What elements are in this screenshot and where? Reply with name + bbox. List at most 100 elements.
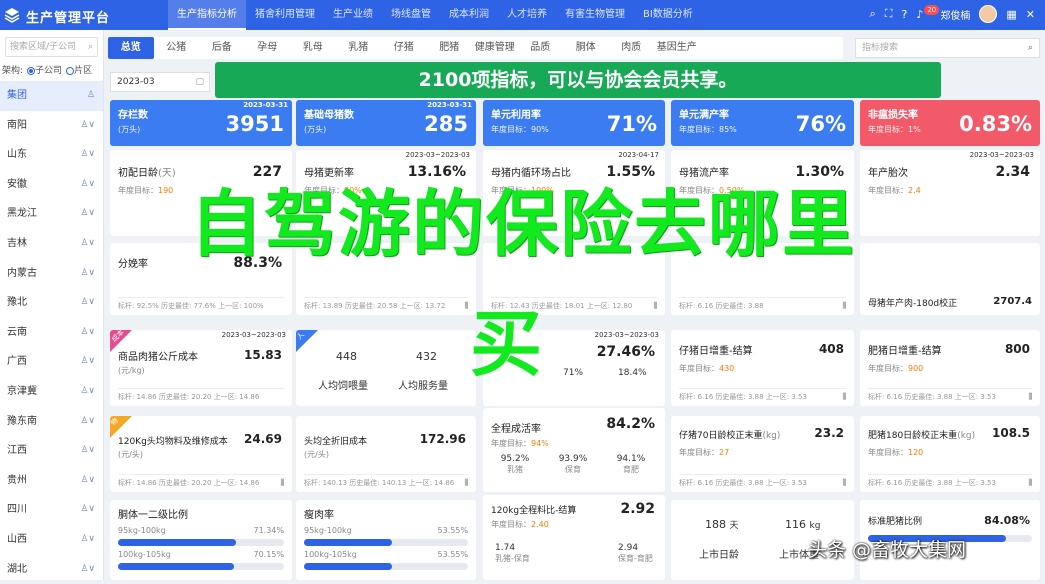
sidebar-item[interactable]: 四川♙∨	[0, 495, 103, 525]
sidebar-item[interactable]: 豫东南♙∨	[0, 407, 103, 437]
kpi-footer-text: 标杆: 6.16 历史最佳: 3.88	[679, 302, 764, 310]
tab[interactable]: 后备	[199, 37, 245, 59]
person-chevron-icon[interactable]: ♙∨	[80, 347, 95, 377]
chart-icon[interactable]: ⫼	[464, 478, 468, 488]
kpi-card[interactable]: 成本 2023-03~2023-03 商品肉猪公斤成本 (元/kg) 15.83…	[110, 330, 292, 406]
staff-card[interactable]: 人 448 432 人均饲喂量 人均服务量	[296, 330, 476, 406]
kpi-target-label: 年度目标：	[679, 448, 719, 457]
help-icon[interactable]: ?	[902, 8, 908, 21]
sidebar-item-label: 京津冀	[7, 386, 37, 397]
sidebar-item[interactable]: 豫北♙∨	[0, 288, 103, 318]
grid-icon[interactable]: ▦	[1006, 8, 1016, 21]
tab[interactable]: 乳猪	[336, 37, 382, 59]
chart-icon[interactable]: ⫼	[842, 392, 846, 402]
summary-value: 71%	[607, 112, 657, 136]
person-chevron-icon[interactable]: ♙∨	[80, 318, 95, 348]
nav-item[interactable]: 生产指标分析	[168, 0, 246, 30]
sidebar-item-label: 江西	[7, 445, 27, 456]
person-chevron-icon[interactable]: ♙∨	[80, 525, 95, 555]
sidebar-item-label: 广西	[7, 356, 27, 367]
close-icon[interactable]: ✕	[1026, 8, 1035, 21]
person-icon[interactable]: ♙	[87, 81, 95, 111]
sidebar-item[interactable]: 江西 ♙∨	[0, 436, 103, 466]
chart-icon[interactable]: ⫼	[653, 301, 657, 311]
tab[interactable]: 孕母	[245, 37, 291, 59]
sidebar-item[interactable]: 内蒙古♙∨	[0, 259, 103, 289]
tab[interactable]: 肉质	[609, 37, 655, 59]
chart-icon[interactable]: ⫼	[842, 301, 846, 311]
nav-item[interactable]: 场线盘管	[382, 0, 440, 30]
chart-icon[interactable]: ⫼	[1028, 392, 1032, 402]
tab[interactable]: 仔猪	[381, 37, 427, 59]
sidebar-item[interactable]: 贵州♙∨	[0, 466, 103, 496]
avatar[interactable]	[979, 5, 997, 23]
sidebar-item-label: 山西	[7, 534, 27, 545]
kpi-card[interactable]: 仔猪70日龄校正末重(kg) 23.2 年度目标：27 标杆: 6.16 历史最…	[671, 416, 854, 492]
nav-item[interactable]: 有害生物管理	[556, 0, 634, 30]
region-search-input[interactable]: 搜索区域/子公司⌕	[5, 37, 98, 57]
progress-fill	[304, 539, 392, 546]
radio-label: 架构:	[2, 63, 23, 76]
person-chevron-icon[interactable]: ♙∨	[80, 377, 95, 407]
sub-value-number: 93.9%	[553, 454, 593, 464]
tab[interactable]: 健康管理	[472, 37, 518, 59]
ratio-card[interactable]: 胴体一二级比例 95kg-100kg71.34% 100kg-105kg70.1…	[110, 500, 292, 580]
kpi-card[interactable]: 肥猪180日龄校正末重(kg) 108.5 年度目标：120 标杆: 6.16 …	[860, 416, 1040, 492]
tab[interactable]: 品质	[518, 37, 564, 59]
person-chevron-icon[interactable]: ♙∨	[80, 111, 95, 141]
fullscreen-icon[interactable]: ⛶	[885, 7, 893, 21]
tab[interactable]: 总览	[108, 37, 154, 59]
nav-item[interactable]: BI数据分析	[634, 0, 702, 30]
sub-value: 18.4%	[618, 368, 647, 378]
radio-area[interactable]: 片区	[66, 63, 92, 76]
date-select[interactable]: 2023-03▢	[110, 72, 210, 92]
tab[interactable]: 肥猪	[427, 37, 473, 59]
summary-card[interactable]: 基础母猪数(万头)2023-03-31285	[296, 100, 476, 146]
chart-icon[interactable]: ⫼	[280, 478, 284, 488]
nav-item[interactable]: 人才培养	[498, 0, 556, 30]
person-chevron-icon[interactable]: ♙∨	[80, 436, 95, 466]
search-icon[interactable]: ⌕	[870, 7, 876, 21]
summary-card[interactable]: 非瘟损失率年度目标：1%0.83%	[860, 100, 1040, 146]
chart-icon[interactable]: ⫼	[464, 301, 468, 311]
person-chevron-icon[interactable]: ♙∨	[80, 140, 95, 170]
sidebar-item[interactable]: 南阳♙∨	[0, 111, 103, 141]
sidebar-item[interactable]: 京津冀 ♙∨	[0, 377, 103, 407]
person-chevron-icon[interactable]: ♙∨	[80, 407, 95, 437]
summary-card[interactable]: 单元利用率年度目标：90%71%	[483, 100, 665, 146]
sidebar-item[interactable]: 广西 ♙∨	[0, 347, 103, 377]
nav-item[interactable]: 生产业绩	[324, 0, 382, 30]
summary-card[interactable]: 存栏数(万头)2023-03-313951	[110, 100, 292, 146]
tab[interactable]: 乳母	[290, 37, 336, 59]
bell-icon[interactable]: ♪20	[916, 8, 923, 21]
sidebar-item[interactable]: 集团♙	[0, 81, 103, 111]
summary-card[interactable]: 单元满产率年度目标：85%76%	[671, 100, 854, 146]
kpi-card[interactable]: 头均全折旧成本 (元/头) 172.96 标杆: 140.13 历史最佳: 14…	[296, 416, 476, 492]
nav-item[interactable]: 成本利润	[440, 0, 498, 30]
bar-label: 100kg-105kg	[118, 550, 171, 559]
tab[interactable]: 基因生产力	[654, 37, 700, 59]
kpi-card[interactable]: 120kg全程料比-结算 2.92 年度目标：2.40 1.74乳猪-保育 2.…	[483, 495, 665, 580]
sidebar-item[interactable]: 山东♙∨	[0, 140, 103, 170]
person-chevron-icon[interactable]: ♙∨	[80, 495, 95, 525]
person-chevron-icon[interactable]: ♙∨	[80, 466, 95, 496]
indicator-search-input[interactable]: 指标搜索⌕	[855, 38, 1040, 58]
sidebar-item[interactable]: 山西 ♙∨	[0, 525, 103, 555]
tab[interactable]: 公猪	[154, 37, 200, 59]
kpi-card[interactable]: 仔猪日增重-结算 408 年度目标：430 标杆: 6.16 历史最佳: 3.8…	[671, 330, 854, 406]
kpi-card[interactable]: 肥猪日增重-结算 800 年度目标：900 标杆: 6.16 历史最佳: 3.8…	[860, 330, 1040, 406]
person-chevron-icon[interactable]: ♙∨	[80, 288, 95, 318]
nav-item[interactable]: 猪舍利用管理	[246, 0, 324, 30]
overlay-headline: 自驾游的保险去哪里	[28, 185, 1018, 263]
sidebar-item[interactable]: 云南♙∨	[0, 318, 103, 348]
radio-subsidiary[interactable]: 子公司	[27, 63, 62, 76]
chart-icon[interactable]: ⫼	[842, 478, 846, 488]
user-name[interactable]: 郑俊楠	[940, 7, 970, 22]
ratio-card[interactable]: 瘦肉率 95kg-100kg53.55% 100kg-105kg53.55%	[296, 500, 476, 580]
chart-icon[interactable]: ⫼	[1028, 478, 1032, 488]
tab[interactable]: 胴体	[563, 37, 609, 59]
kpi-card[interactable]: 全程成活率 年度目标：94% 84.2% 95.2%乳猪 93.9%保育 94.…	[483, 408, 665, 492]
kpi-card[interactable]: 物 120Kg头均物料及维修成本 (元/头) 24.69 标杆: 14.86 历…	[110, 416, 292, 492]
person-chevron-icon[interactable]: ♙∨	[80, 259, 95, 289]
sub-value: 71%	[563, 368, 583, 378]
